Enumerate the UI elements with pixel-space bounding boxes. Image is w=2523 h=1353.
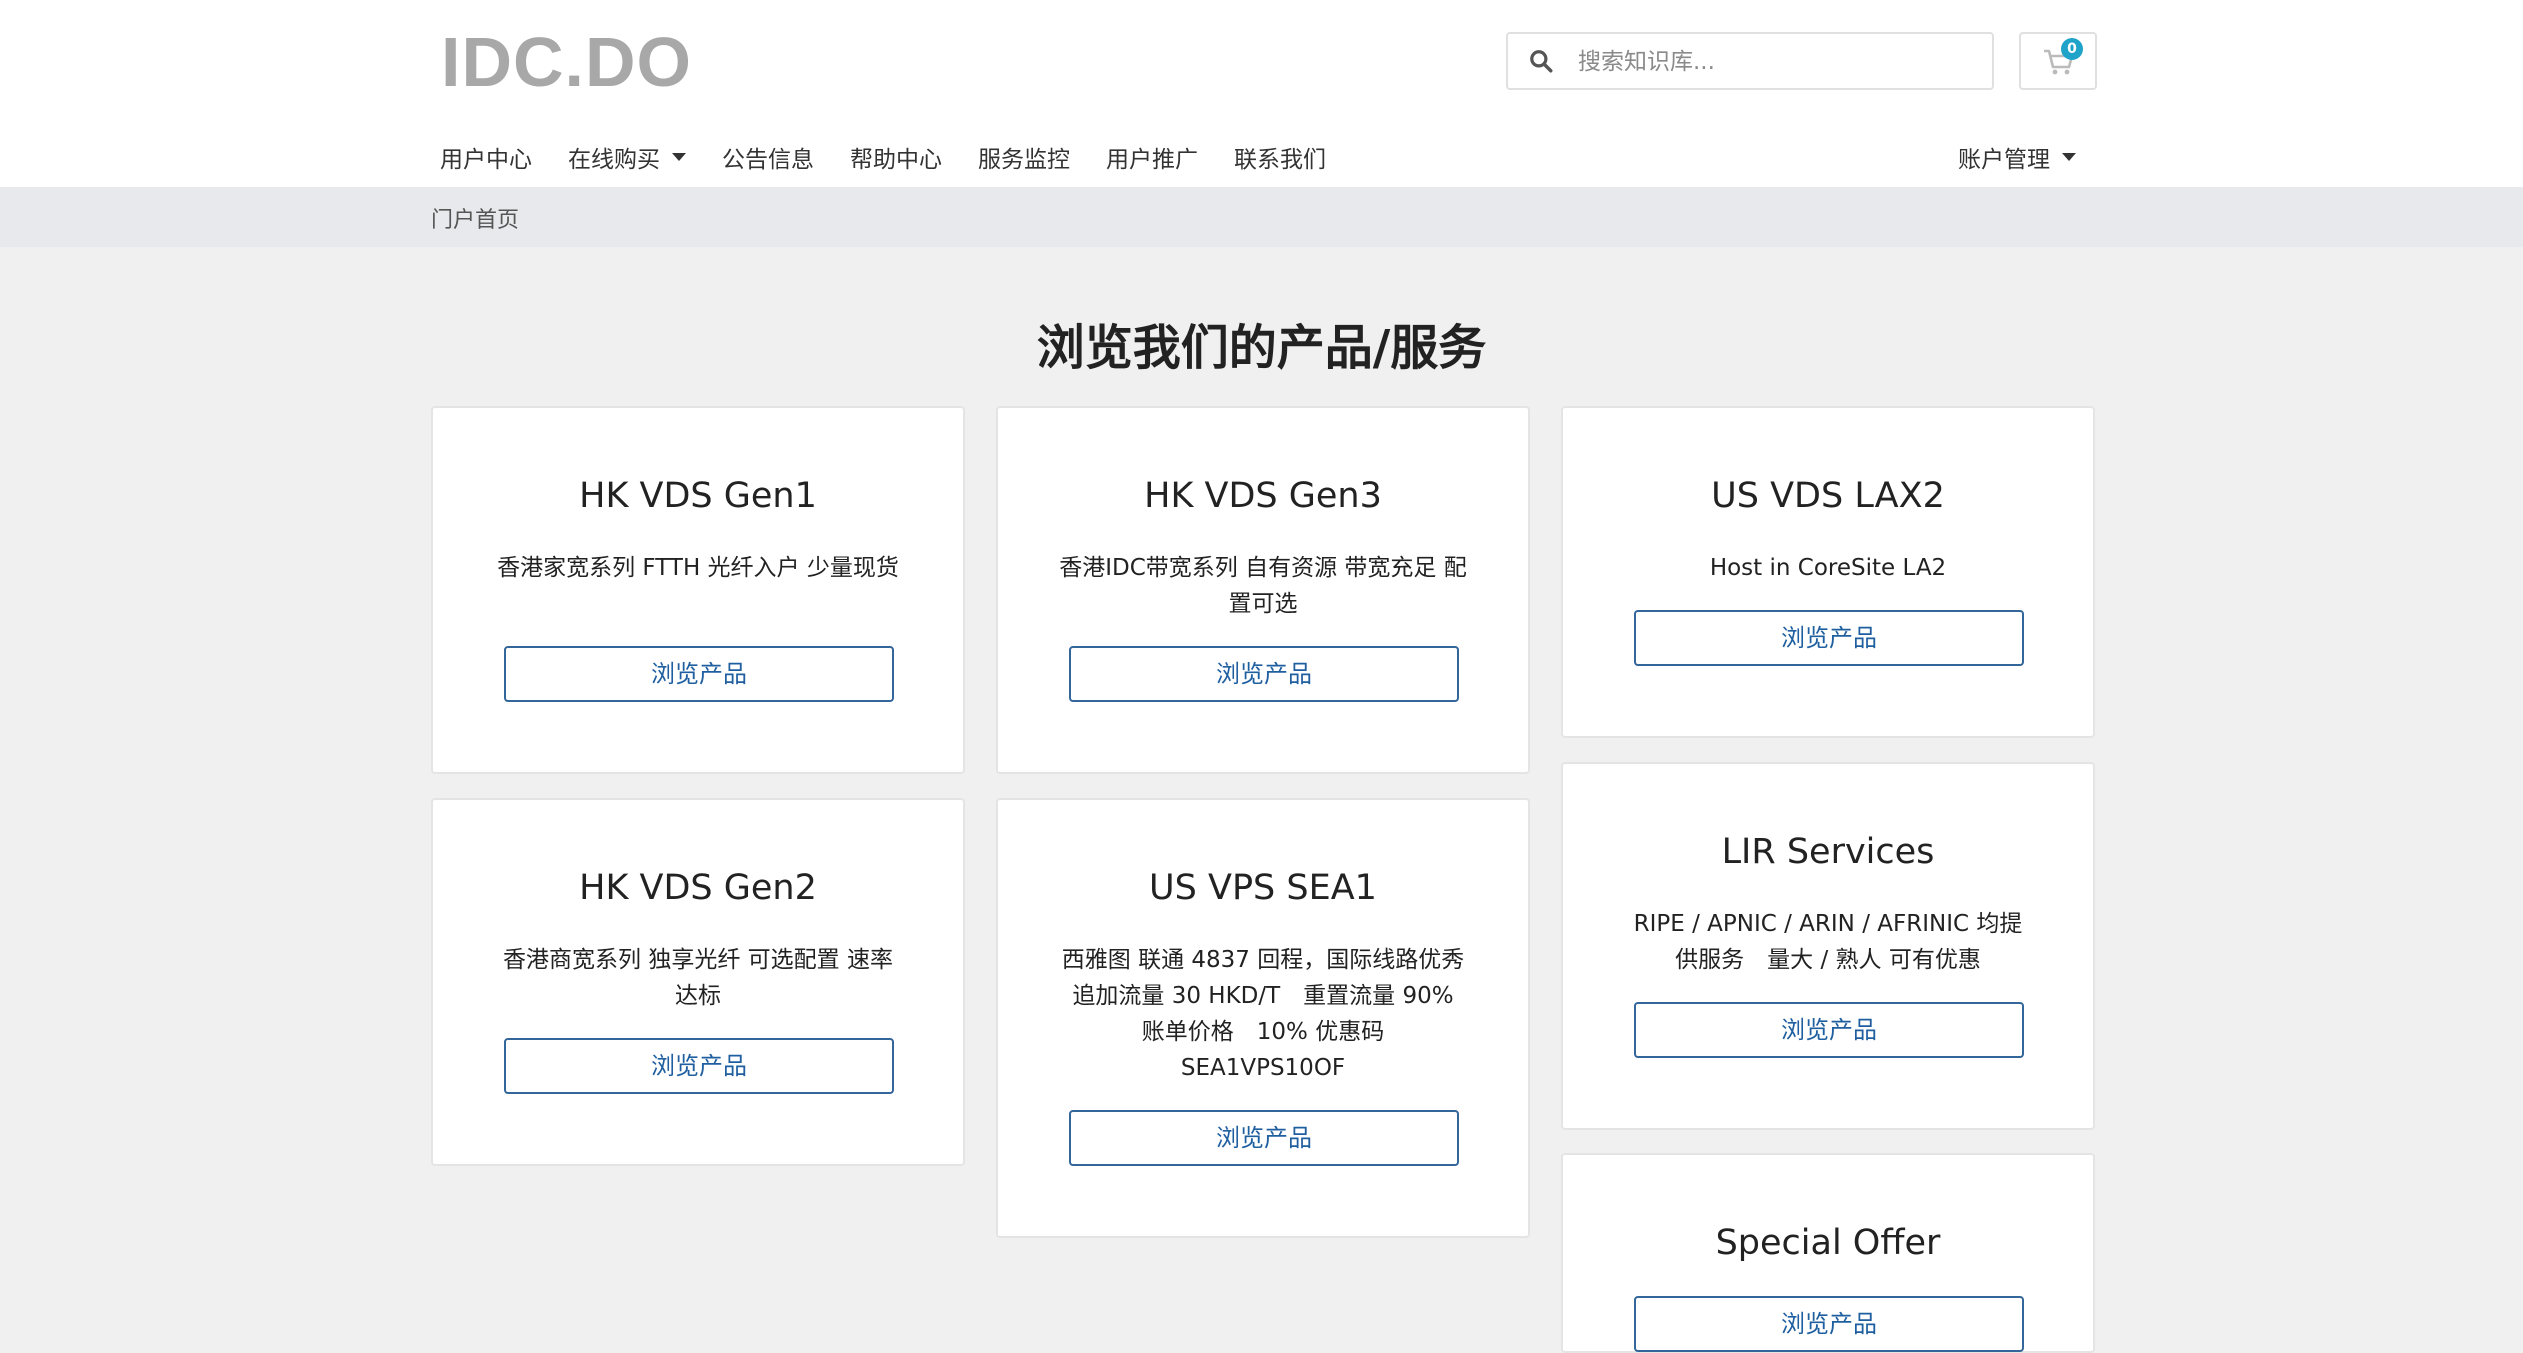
breadcrumb: 门户首页 — [431, 208, 520, 233]
product-card-hk-vds-gen2: HK VDS Gen2 香港商宽系列 独享光纤 可选配置 速率达标 浏览产品 — [431, 798, 965, 1166]
nav-item-online-purchase[interactable]: 在线购买 — [568, 137, 686, 177]
product-description: 香港家宽系列 FTTH 光纤入户 少量现货 — [497, 555, 899, 581]
search-input[interactable] — [1576, 42, 1980, 82]
browse-products-button[interactable]: 浏览产品 — [1634, 1296, 2024, 1352]
product-title: US VPS SEA1 — [1149, 868, 1377, 908]
product-title: Special Offer — [1715, 1223, 1941, 1263]
site-logo[interactable]: IDC.DO — [441, 22, 692, 102]
browse-products-button[interactable]: 浏览产品 — [1069, 1110, 1459, 1166]
product-card-hk-vds-gen1: HK VDS Gen1 香港家宽系列 FTTH 光纤入户 少量现货 浏览产品 — [431, 406, 965, 774]
chevron-down-icon — [672, 153, 686, 161]
product-title: US VDS LAX2 — [1711, 476, 1945, 516]
browse-products-button[interactable]: 浏览产品 — [1634, 1002, 2024, 1058]
browse-products-button[interactable]: 浏览产品 — [504, 1038, 894, 1094]
product-description: 香港商宽系列 独享光纤 可选配置 速率达标 — [503, 947, 893, 1009]
main-nav: 用户中心 在线购买 公告信息 帮助中心 服务监控 用户推广 联系我们 — [440, 137, 1362, 177]
product-title: LIR Services — [1721, 832, 1935, 872]
page-title: 浏览我们的产品/服务 — [1036, 320, 1487, 376]
product-description: 西雅图 联通 4837 回程，国际线路优秀 追加流量 30 HKD/T 重置流量… — [1061, 947, 1488, 1081]
product-description: 香港IDC带宽系列 自有资源 带宽充足 配置可选 — [1059, 555, 1467, 617]
nav-item-announcements[interactable]: 公告信息 — [722, 137, 814, 177]
browse-products-button[interactable]: 浏览产品 — [1634, 610, 2024, 666]
browse-products-button[interactable]: 浏览产品 — [1069, 646, 1459, 702]
knowledgebase-search[interactable] — [1506, 32, 1994, 90]
product-title: HK VDS Gen1 — [579, 476, 817, 516]
product-card-lir-services: LIR Services RIPE / APNIC / ARIN / AFRIN… — [1561, 762, 2095, 1130]
cart-button[interactable]: 0 — [2019, 32, 2097, 90]
search-icon — [1530, 50, 1553, 73]
product-card-us-vds-lax2: US VDS LAX2 Host in CoreSite LA2 浏览产品 — [1561, 406, 2095, 738]
nav-item-contact-us[interactable]: 联系我们 — [1234, 137, 1326, 177]
nav-item-affiliates[interactable]: 用户推广 — [1106, 137, 1198, 177]
product-description: RIPE / APNIC / ARIN / AFRINIC 均提供服务 量大 /… — [1633, 911, 2023, 973]
account-menu[interactable]: 账户管理 — [1958, 137, 2076, 177]
breadcrumb-bar: 门户首页 — [0, 187, 2523, 247]
product-card-us-vps-sea1: US VPS SEA1 西雅图 联通 4837 回程，国际线路优秀 追加流量 3… — [996, 798, 1530, 1238]
product-title: HK VDS Gen3 — [1144, 476, 1382, 516]
site-header: IDC.DO 0 用户中心 在线购买 公告信息 帮助中心 服务监控 — [0, 0, 2523, 187]
nav-item-user-center[interactable]: 用户中心 — [440, 137, 532, 177]
cart-count-badge: 0 — [2061, 38, 2083, 60]
nav-item-service-monitor[interactable]: 服务监控 — [978, 137, 1070, 177]
nav-item-help-center[interactable]: 帮助中心 — [850, 137, 942, 177]
chevron-down-icon — [2062, 153, 2076, 161]
product-card-hk-vds-gen3: HK VDS Gen3 香港IDC带宽系列 自有资源 带宽充足 配置可选 浏览产… — [996, 406, 1530, 774]
product-title: HK VDS Gen2 — [579, 868, 817, 908]
product-description: Host in CoreSite LA2 — [1709, 555, 1947, 581]
browse-products-button[interactable]: 浏览产品 — [504, 646, 894, 702]
product-card-special-offer: Special Offer 浏览产品 — [1561, 1153, 2095, 1353]
